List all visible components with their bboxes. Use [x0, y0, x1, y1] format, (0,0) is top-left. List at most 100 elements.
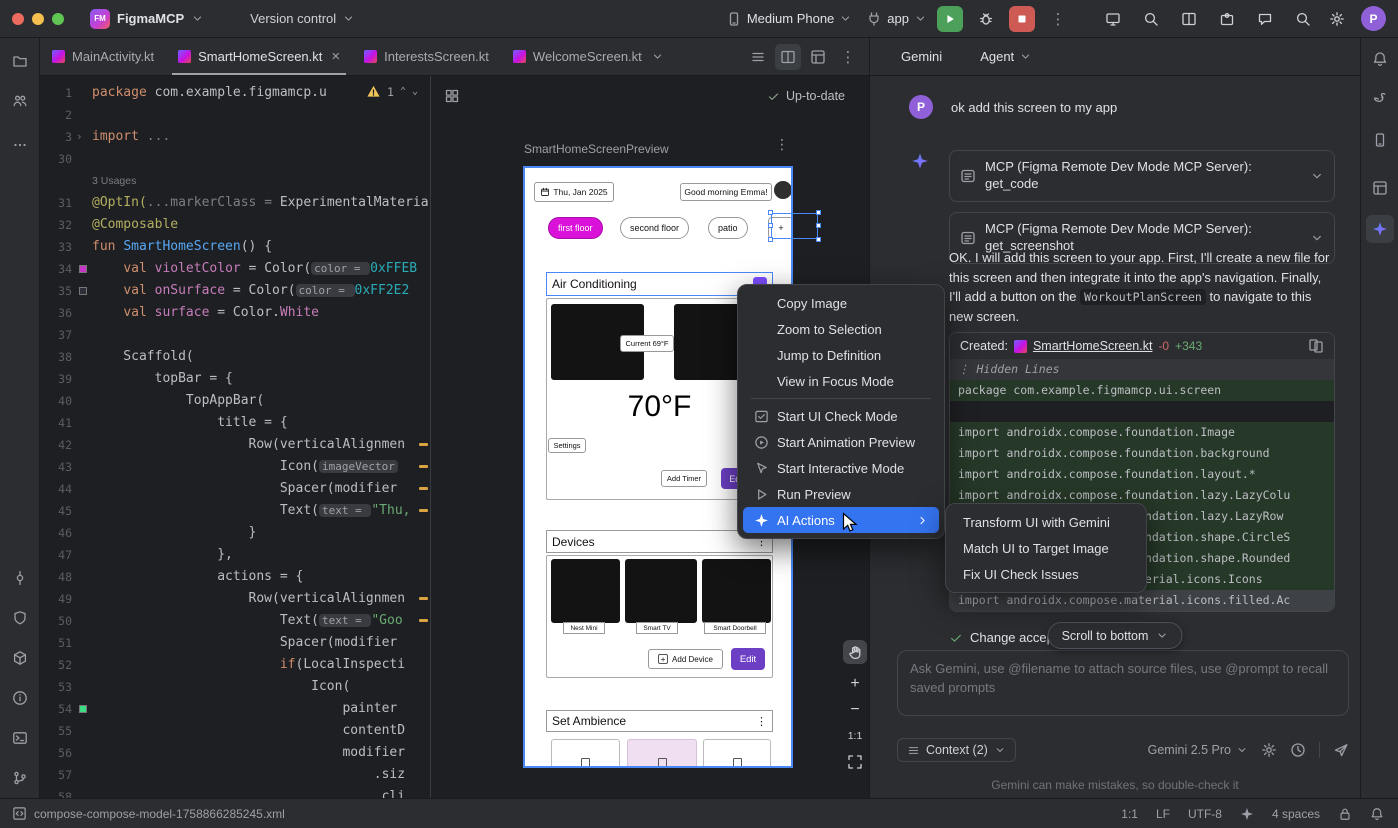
- minimize-window-button[interactable]: [32, 13, 44, 25]
- debug-button[interactable]: [973, 6, 999, 32]
- floor-tab-first-floor[interactable]: first floor: [548, 217, 603, 239]
- search-everywhere-icon[interactable]: [1295, 11, 1311, 27]
- date-chip[interactable]: Thu, Jan 2025: [534, 182, 614, 202]
- zoom-to-fit-button[interactable]: [843, 750, 867, 774]
- chat-settings-icon[interactable]: [1261, 742, 1277, 758]
- scroll-to-bottom-button[interactable]: Scroll to bottom: [1048, 622, 1183, 649]
- device-selector[interactable]: Medium Phone: [726, 11, 852, 27]
- add-device-button[interactable]: + Add Device: [648, 649, 723, 669]
- build-tool-icon[interactable]: [6, 644, 34, 672]
- run-config-selector[interactable]: app: [866, 11, 927, 27]
- color-swatch[interactable]: [79, 705, 87, 713]
- tab-agent[interactable]: Agent: [980, 49, 1032, 64]
- preview-more-icon[interactable]: ⋮: [775, 136, 789, 153]
- indent-setting[interactable]: 4 spaces: [1272, 807, 1320, 821]
- structure-icon[interactable]: [1181, 11, 1197, 27]
- context-chip[interactable]: Context (2): [897, 738, 1016, 762]
- mcp-tool-call[interactable]: MCP (Figma Remote Dev Mode MCP Server): …: [949, 150, 1335, 202]
- devices-edit-button[interactable]: Edit: [731, 648, 765, 670]
- commit-tool-icon[interactable]: [6, 564, 34, 592]
- send-icon[interactable]: [1333, 742, 1349, 758]
- color-swatch[interactable]: [79, 287, 87, 295]
- menu-item-jump-to-definition[interactable]: Jump to Definition: [743, 342, 939, 368]
- created-file-link[interactable]: SmartHomeScreen.kt: [1033, 339, 1152, 353]
- layout-inspector-tool-icon[interactable]: [1366, 174, 1394, 202]
- close-window-button[interactable]: [12, 13, 24, 25]
- gemini-tool-icon[interactable]: [1366, 215, 1394, 243]
- device-manager-tool-icon[interactable]: [1366, 126, 1394, 154]
- editor-layout-button[interactable]: [805, 44, 831, 70]
- menu-item-start-ui-check-mode[interactable]: Start UI Check Mode: [743, 403, 939, 429]
- model-selector[interactable]: Gemini 2.5 Pro: [1148, 743, 1248, 757]
- split-right-button[interactable]: [775, 44, 801, 70]
- plugins-icon[interactable]: [1219, 11, 1235, 27]
- code-editor[interactable]: 1 ⌃ ⌄ 1package com.example.figmamcp.u23›…: [40, 76, 430, 798]
- menu-item-view-in-focus-mode[interactable]: View in Focus Mode: [743, 368, 939, 394]
- menu-item-zoom-to-selection[interactable]: Zoom to Selection: [743, 316, 939, 342]
- editor-tab-smarthomescreen-kt[interactable]: SmartHomeScreen.kt×: [166, 38, 352, 75]
- device-card-smart-tv[interactable]: [625, 559, 697, 623]
- grid-view-icon[interactable]: [444, 88, 460, 104]
- terminal-tool-icon[interactable]: [6, 724, 34, 752]
- pan-tool-button[interactable]: [843, 640, 867, 664]
- history-icon[interactable]: [1290, 742, 1306, 758]
- settings-chip[interactable]: Settings: [548, 438, 586, 453]
- tab-gemini[interactable]: Gemini: [901, 49, 942, 64]
- editor-tab-mainactivity-kt[interactable]: MainActivity.kt: [40, 38, 166, 75]
- lock-icon[interactable]: [1338, 807, 1352, 821]
- running-devices-icon[interactable]: [1105, 11, 1121, 27]
- menu-item-start-animation-preview[interactable]: Start Animation Preview: [743, 429, 939, 455]
- problems-tool-icon[interactable]: [6, 684, 34, 712]
- submenu-item-transform-ui-with-gemini[interactable]: Transform UI with Gemini: [951, 509, 1141, 535]
- more-run-options-button[interactable]: ⋮: [1045, 6, 1071, 32]
- status-file[interactable]: compose-compose-model-1758866285245.xml: [0, 806, 285, 821]
- chevron-down-icon[interactable]: [651, 50, 664, 63]
- editor-more-button[interactable]: ⋮: [835, 44, 861, 70]
- ambience-section-header[interactable]: Set Ambience ⋮: [546, 710, 773, 732]
- zoom-out-button[interactable]: −: [843, 698, 867, 722]
- editor-tab-welcomescreen-kt[interactable]: WelcomeScreen.kt: [501, 38, 676, 75]
- menu-item-copy-image[interactable]: Copy Image: [743, 290, 939, 316]
- close-tab-icon[interactable]: ×: [331, 49, 340, 64]
- caret-position[interactable]: 1:1: [1121, 807, 1138, 821]
- resource-manager-icon[interactable]: [6, 87, 34, 115]
- editor-tab-interestsscreen-kt[interactable]: InterestsScreen.kt: [352, 38, 501, 75]
- settings-gear-icon[interactable]: [1329, 11, 1345, 27]
- color-swatch[interactable]: [79, 265, 87, 273]
- zoom-in-button[interactable]: +: [843, 672, 867, 696]
- submenu-item-fix-ui-check-issues[interactable]: Fix UI Check Issues: [951, 561, 1141, 587]
- profiler-icon[interactable]: [1143, 11, 1159, 27]
- vulnerabilities-tool-icon[interactable]: [6, 604, 34, 632]
- encoding[interactable]: UTF-8: [1188, 807, 1222, 821]
- menu-item-run-preview[interactable]: Run Preview: [743, 481, 939, 507]
- profile-avatar[interactable]: [774, 181, 792, 199]
- add-timer-button[interactable]: Add Timer: [661, 470, 707, 487]
- notifications-icon[interactable]: [1370, 807, 1384, 821]
- kebab-icon[interactable]: ⋮: [756, 715, 767, 728]
- inspection-widget[interactable]: 1 ⌃ ⌄: [362, 84, 422, 99]
- next-warning-icon[interactable]: ⌄: [412, 86, 418, 97]
- device-card-nest-mini[interactable]: [551, 559, 620, 623]
- hidden-lines-row[interactable]: ⋮ Hidden Lines: [950, 359, 1334, 380]
- project-tool-icon[interactable]: [6, 47, 34, 75]
- line-ending[interactable]: LF: [1156, 807, 1170, 821]
- run-button[interactable]: [937, 6, 963, 32]
- expand-chevron-icon[interactable]: [1310, 231, 1324, 245]
- editor-list-button[interactable]: [745, 44, 771, 70]
- stop-button[interactable]: [1009, 6, 1035, 32]
- gemini-status-icon[interactable]: [1240, 807, 1254, 821]
- open-diff-icon[interactable]: [1308, 338, 1324, 354]
- version-control-tool-icon[interactable]: [6, 764, 34, 792]
- expand-chevron-icon[interactable]: [1310, 169, 1324, 183]
- floor-tab-second-floor[interactable]: second floor: [620, 217, 689, 239]
- vcs-widget[interactable]: Version control: [250, 11, 355, 26]
- chat-input[interactable]: [910, 660, 1336, 706]
- floor-tab-patio[interactable]: patio: [708, 217, 748, 239]
- maximize-window-button[interactable]: [52, 13, 64, 25]
- submenu-item-match-ui-to-target-image[interactable]: Match UI to Target Image: [951, 535, 1141, 561]
- device-card-smart-doorbell[interactable]: [702, 559, 771, 623]
- project-selector[interactable]: FM FigmaMCP: [90, 9, 204, 29]
- menu-item-ai-actions[interactable]: AI Actions: [743, 507, 939, 533]
- zoom-reset-button[interactable]: 1:1: [843, 724, 867, 748]
- notifications-tool-icon[interactable]: [1366, 45, 1394, 73]
